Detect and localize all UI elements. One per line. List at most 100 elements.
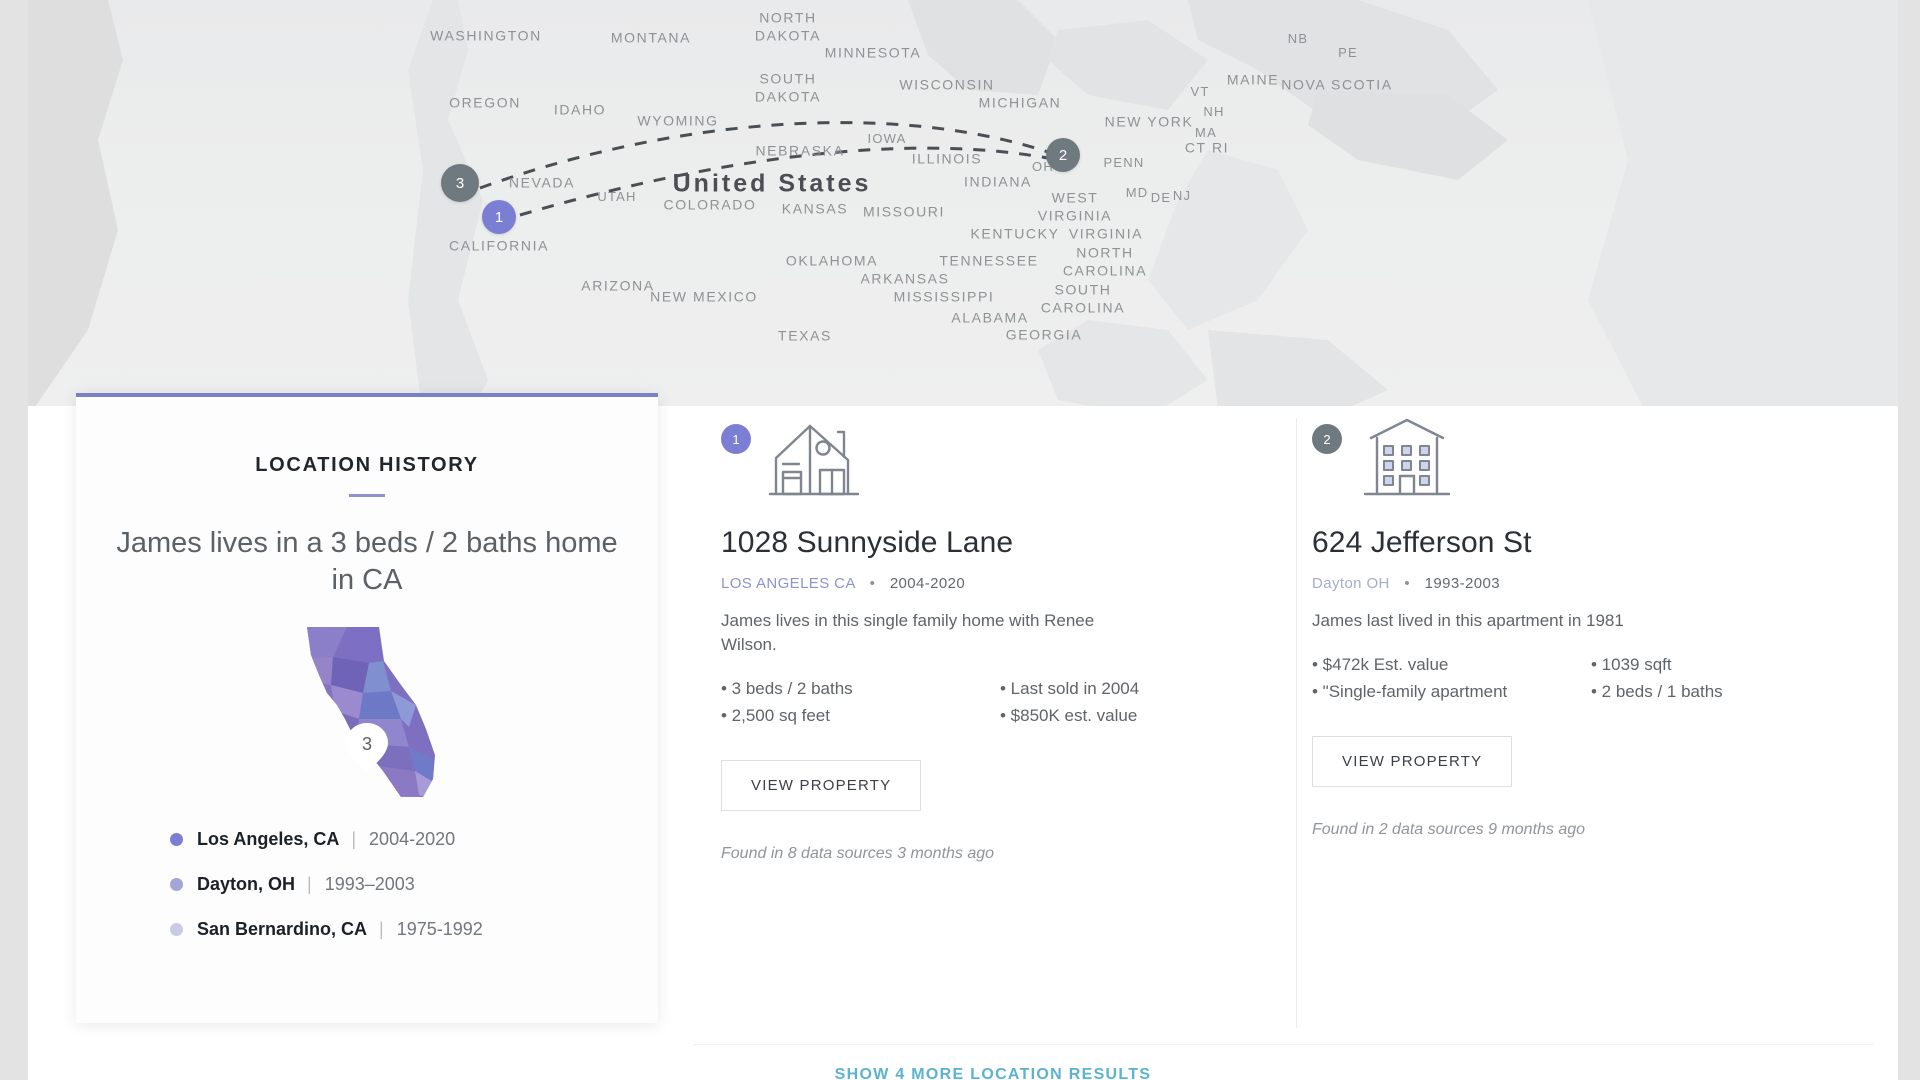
house-icon	[766, 414, 876, 511]
map-label-new-york: NEW YORK	[1104, 113, 1194, 130]
map-label-utah: UTAH	[597, 188, 637, 204]
bottom-divider-rule	[693, 1044, 1873, 1045]
property-facts-1: • 3 beds / 2 baths • Last sold in 2004 • 2…	[721, 679, 1261, 726]
property-badge-1: 1	[721, 424, 751, 454]
map-label-md: MD	[1125, 184, 1149, 200]
property-card-2: 2 624 Jefferson St Dayton OH • 1993-2003…	[1312, 406, 1852, 1026]
view-property-button-1[interactable]: VIEW PROPERTY	[721, 760, 922, 812]
property-description-1: James lives in this single family home w…	[721, 611, 1095, 655]
map-label-maine: MAINE	[1226, 71, 1280, 88]
map-label-vt: VT	[1190, 83, 1210, 99]
map-label-nevada: NEVADA	[508, 174, 576, 191]
map-label-ct-ri: CT RI	[1184, 139, 1230, 156]
map-label-california: CALIFORNIA	[448, 237, 550, 254]
location-history-title: LOCATION HISTORY	[255, 454, 479, 476]
property-city-1: LOS ANGELES CA	[721, 575, 855, 592]
meta-separator-dot: •	[869, 575, 876, 592]
map-label-south-carolina: SOUTH CAROLINA	[1040, 281, 1126, 316]
map-marker-3[interactable]: 3	[441, 164, 479, 202]
title-underline-rule	[349, 494, 385, 497]
property-fact: • 2,500 sq feet	[721, 706, 830, 726]
page-root: WASHINGTON MONTANA NORTH DAKOTA MINNESOTA OR…	[0, 0, 1920, 1080]
map-marker-2[interactable]: 2	[1046, 138, 1080, 172]
property-fact: • 2 beds / 1 baths	[1591, 682, 1723, 702]
property-name-1[interactable]: 1028 Sunnyside Lane	[721, 526, 1261, 560]
map-label-arkansas: ARKANSAS	[860, 270, 950, 287]
map-label-new-mexico: NEW MEXICO	[650, 288, 758, 305]
location-list-item[interactable]: Dayton, OH | 1993–2003	[170, 874, 624, 895]
map-label-north-dakota: NORTH DAKOTA	[754, 9, 822, 44]
map-label-pe: PE	[1338, 44, 1358, 60]
map-label-texas: TEXAS	[778, 327, 832, 344]
property-card-1: 1 1028 Sunnyside Lane LOS ANGELES CA • 2…	[721, 406, 1261, 1026]
location-city-label: Dayton, OH	[197, 874, 296, 895]
map-label-north-carolina: NORTH CAROLINA	[1062, 244, 1148, 279]
show-more-location-results-link[interactable]: SHOW 4 MORE LOCATION RESULTS	[693, 1066, 1293, 1080]
property-fact: • "Single-family apartment	[1312, 682, 1508, 702]
property-description-2: James last lived in this apartment in 19…	[1312, 611, 1624, 630]
property-city-2: Dayton OH	[1312, 575, 1390, 592]
property-badge-2: 2	[1312, 424, 1342, 454]
location-map[interactable]: WASHINGTON MONTANA NORTH DAKOTA MINNESOTA OR…	[28, 0, 1898, 417]
location-history-list[interactable]: Los Angeles, CA | 2004-2020 Dayton, OH | 1993…	[170, 829, 624, 940]
map-label-minnesota: MINNESOTA	[824, 44, 922, 61]
location-city-label: Los Angeles, CA	[197, 829, 340, 850]
location-city-label: San Bernardino, CA	[197, 919, 368, 940]
found-sources-note-1: Found in 8 data sources 3 months ago	[721, 845, 995, 863]
property-name-2[interactable]: 624 Jefferson St	[1312, 526, 1852, 560]
map-label-oklahoma: OKLAHOMA	[785, 252, 879, 269]
location-list-item[interactable]: Los Angeles, CA | 2004-2020	[170, 829, 624, 850]
map-label-nova-scotia: NOVA SCOTIA	[1281, 76, 1393, 93]
map-label-west-virginia: WEST VIRGINIA	[1037, 189, 1113, 224]
location-list-item[interactable]: San Bernardino, CA | 1975-1992	[170, 919, 624, 940]
location-years-label: 1975-1992	[396, 919, 483, 940]
page-gutter-left	[0, 0, 28, 1080]
map-label-kentucky: KENTUCKY	[970, 225, 1060, 242]
california-inset-wrap: 3	[104, 619, 630, 805]
map-marker-1[interactable]: 1	[482, 200, 516, 234]
property-fact: • 3 beds / 2 baths	[721, 679, 853, 699]
content-sheet: LOCATION HISTORY James lives in a 3 beds…	[28, 393, 1898, 1080]
map-label-nb: NB	[1287, 30, 1309, 46]
meta-separator-dot: •	[1404, 575, 1411, 592]
map-label-wyoming: WYOMING	[637, 112, 719, 129]
map-label-alabama: ALABAMA	[951, 309, 1029, 326]
map-label-nh: NH	[1203, 103, 1225, 119]
view-property-button-2[interactable]: VIEW PROPERTY	[1312, 736, 1513, 788]
map-label-idaho: IDAHO	[553, 101, 607, 118]
california-state-icon: 3	[307, 627, 435, 798]
map-label-mississippi: MISSISSIPPI	[893, 288, 995, 305]
location-separator: |	[379, 919, 384, 940]
map-country-label: United States	[672, 169, 872, 198]
column-divider	[1296, 418, 1297, 1028]
property-dates-1: 2004-2020	[889, 575, 966, 592]
page-gutter-right	[1898, 0, 1920, 1080]
map-label-georgia: GEORGIA	[1005, 326, 1083, 343]
map-label-nj: NJ	[1172, 187, 1192, 203]
location-dot-icon	[170, 833, 183, 847]
map-landmass-shapes	[28, 0, 1898, 417]
location-dot-icon	[170, 923, 183, 937]
map-label-de: DE	[1150, 189, 1172, 205]
map-label-penn: PENN	[1103, 154, 1145, 170]
location-separator: |	[307, 874, 312, 895]
map-label-washington: WASHINGTON	[430, 27, 542, 44]
map-label-montana: MONTANA	[610, 29, 692, 46]
map-label-michigan: MICHIGAN	[978, 94, 1062, 111]
svg-text:3: 3	[362, 734, 372, 754]
property-fact: • 1039 sqft	[1591, 655, 1672, 675]
property-facts-2: • $472k Est. value • 1039 sqft • "Single-f…	[1312, 655, 1852, 702]
map-label-virginia: VIRGINIA	[1068, 225, 1144, 242]
found-sources-note-2: Found in 2 data sources 9 months ago	[1312, 821, 1586, 839]
map-label-arizona: ARIZONA	[581, 277, 655, 294]
property-meta-2: Dayton OH • 1993-2003	[1312, 575, 1852, 592]
map-label-nebraska: NEBRASKA	[755, 142, 845, 159]
map-label-wisconsin: WISCONSIN	[899, 76, 995, 93]
map-label-kansas: KANSAS	[781, 200, 849, 217]
location-years-label: 1993–2003	[324, 874, 415, 895]
property-meta-1: LOS ANGELES CA • 2004-2020	[721, 575, 1261, 592]
location-separator: |	[351, 829, 357, 850]
property-fact: • $472k Est. value	[1312, 655, 1449, 675]
map-label-indiana: INDIANA	[964, 173, 1032, 190]
map-label-oregon: OREGON	[449, 94, 521, 111]
